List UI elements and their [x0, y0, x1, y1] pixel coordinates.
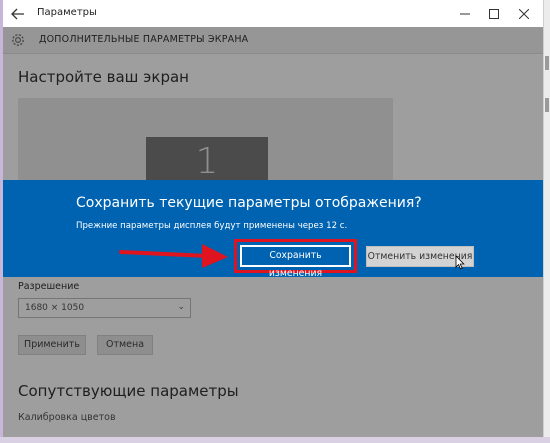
mouse-cursor-icon	[455, 255, 465, 270]
confirm-dialog: Сохранить текущие параметры отображения?…	[3, 180, 543, 279]
back-arrow-icon	[11, 8, 24, 20]
close-icon	[519, 9, 529, 19]
title-bar: Параметры	[3, 0, 543, 27]
maximize-icon	[489, 9, 499, 19]
save-changes-button[interactable]: Сохранить изменения	[240, 245, 351, 279]
edge-mark	[545, 56, 549, 70]
window-title: Параметры	[37, 7, 97, 18]
minimize-icon	[460, 13, 470, 15]
maximize-button[interactable]	[483, 3, 505, 25]
close-button[interactable]	[513, 3, 535, 25]
edge-mark	[545, 98, 549, 112]
dialog-title: Сохранить текущие параметры отображения?	[76, 195, 422, 211]
dialog-message: Прежние параметры дисплея будут применен…	[76, 221, 348, 231]
settings-window: Параметры ДОПОЛНИТЕЛЬНЫЕ ПАРАМЕТРЫ ЭКРАН…	[3, 0, 543, 437]
back-button[interactable]	[7, 3, 29, 25]
minimize-button[interactable]	[454, 3, 476, 25]
desktop-edge-bottom	[0, 437, 550, 443]
